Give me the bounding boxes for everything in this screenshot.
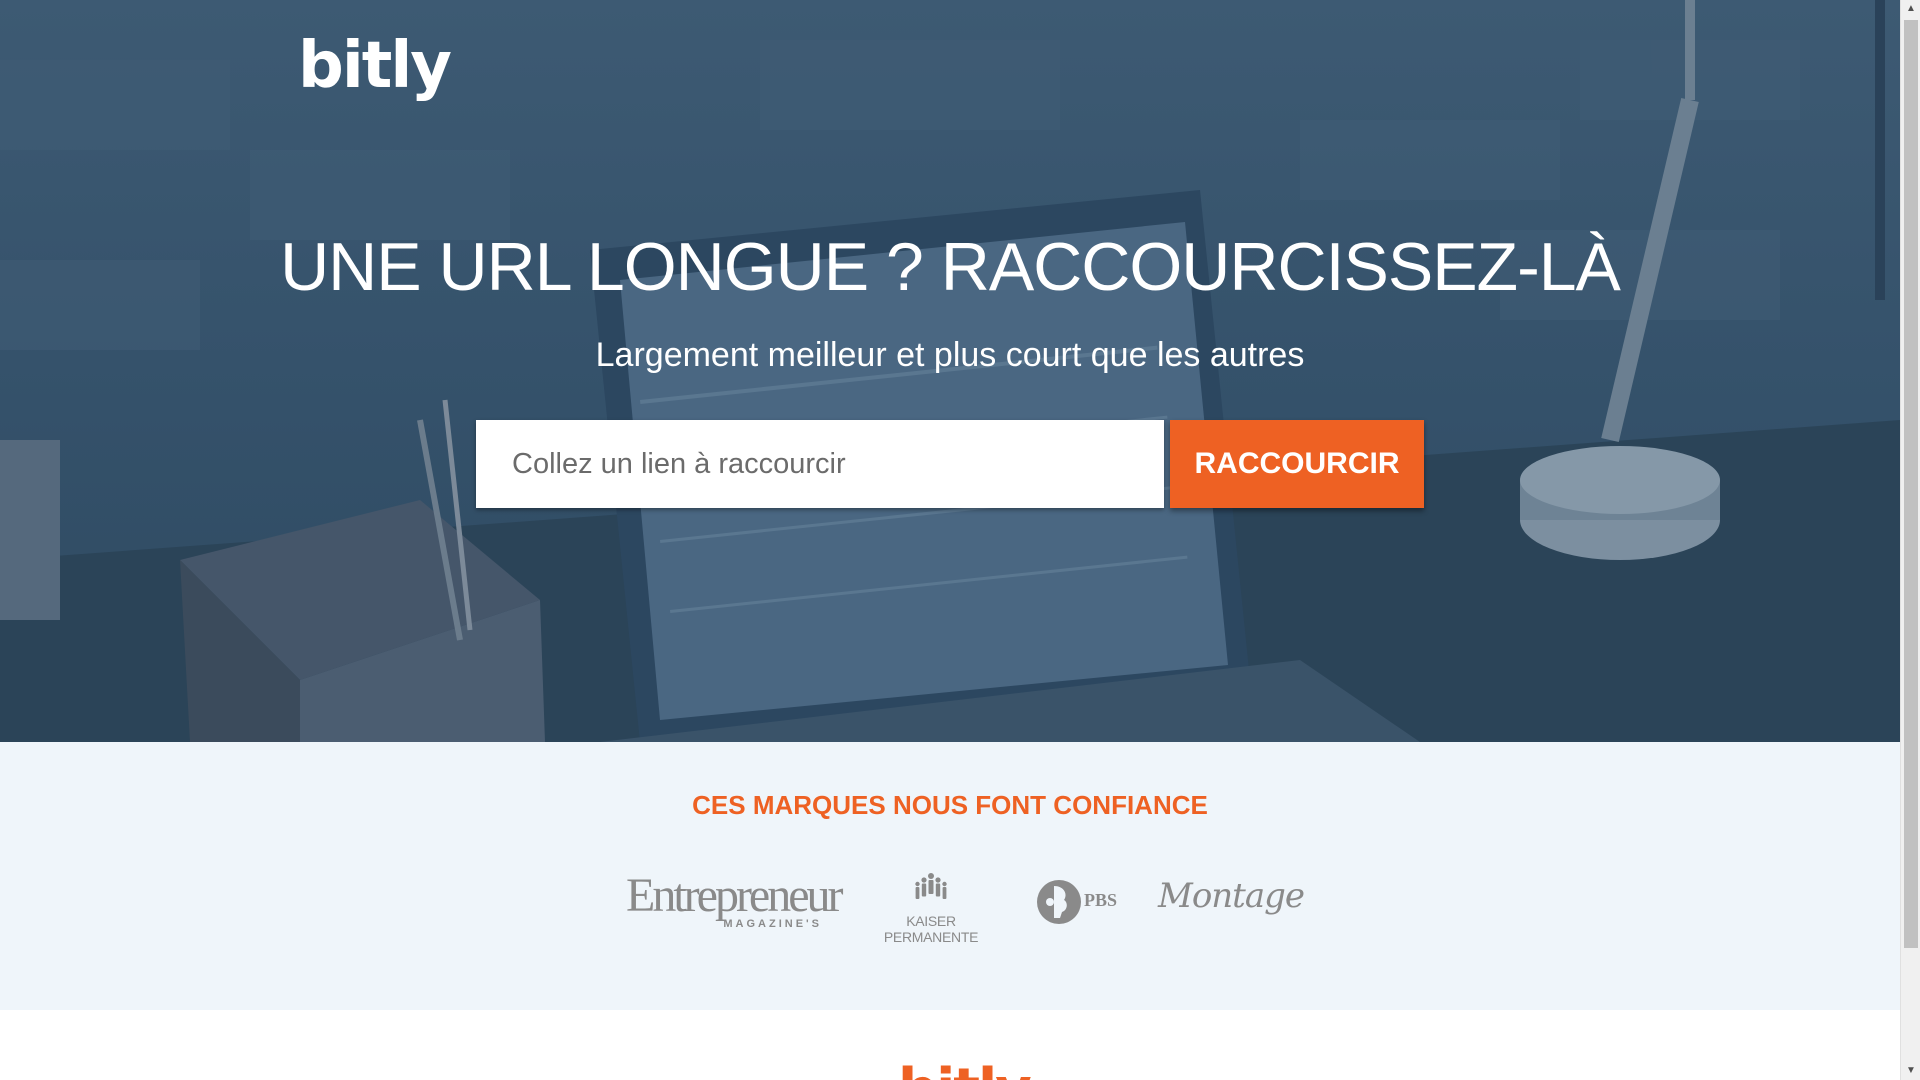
kaiser-permanente-logo: KAISER PERMANENTE [864, 872, 998, 945]
scroll-down-arrow-icon[interactable]: ▼ [1901, 1062, 1920, 1080]
montage-logo: Montage [1158, 870, 1305, 930]
trusted-brands-title: CES MARQUES NOUS FONT CONFIANCE [692, 790, 1208, 820]
scroll-up-arrow-icon[interactable]: ▲ [1901, 0, 1920, 18]
hero-subheadline: Largement meilleur et plus court que les… [595, 336, 1305, 374]
pbs-logo-text: PBS [1084, 890, 1118, 910]
entrepreneur-logo: Entrepreneur MAGAZINE'S [626, 869, 844, 931]
entrepreneur-logo-name: Entrepreneur [626, 869, 844, 922]
trusted-brands-section: CES MARQUES NOUS FONT CONFIANCE Entrepre… [0, 742, 1900, 1010]
scrollbar-thumb[interactable] [1904, 20, 1918, 948]
kaiser-people-icon [915, 873, 947, 899]
pbs-head-icon [1037, 880, 1081, 924]
hero-headline: UNE URL LONGUE ? RACCOURCISSEZ-LÀ [280, 229, 1621, 305]
page: bitly UNE URL LONGUE ? RACCOURCISSEZ-LÀ … [0, 0, 1900, 1080]
vertical-scrollbar[interactable]: ▲ ▼ [1900, 0, 1920, 1080]
bitly-logo[interactable]: bitly [298, 34, 452, 98]
kaiser-permanente-logo-text: KAISER PERMANENTE [883, 913, 979, 945]
shorten-form: RACCOURCIR [476, 420, 1424, 508]
next-section-preview: bitly [0, 1010, 1900, 1080]
bitly-logo-footer: bitly [898, 1062, 1032, 1080]
hero-section: bitly UNE URL LONGUE ? RACCOURCISSEZ-LÀ … [0, 0, 1900, 742]
pbs-logo: PBS [1036, 874, 1120, 930]
brand-logos-row: Entrepreneur MAGAZINE'S KAISER PERMANENT… [0, 872, 1900, 952]
montage-logo-text: Montage [1158, 876, 1305, 916]
shorten-button[interactable]: RACCOURCIR [1170, 420, 1424, 508]
long-url-input[interactable] [476, 420, 1164, 508]
